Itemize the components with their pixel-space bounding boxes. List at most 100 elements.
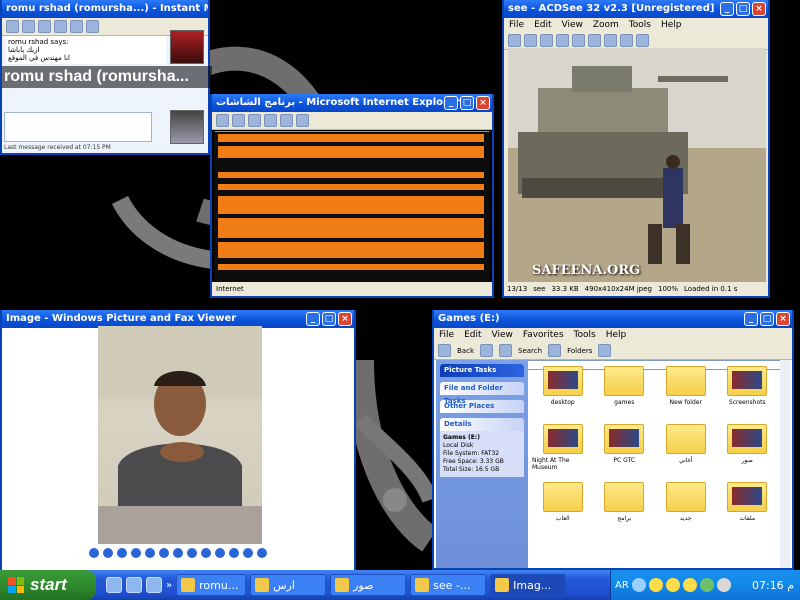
taskbar-button-folder[interactable]: صور	[330, 574, 407, 596]
games-icon[interactable]	[86, 20, 99, 33]
rotate-icon[interactable]	[588, 34, 601, 47]
details-header[interactable]: Details	[440, 418, 524, 431]
help-icon[interactable]	[257, 548, 267, 558]
views-icon[interactable]	[598, 344, 612, 357]
menu-favorites[interactable]: Favorites	[523, 328, 564, 342]
back-icon[interactable]	[438, 344, 451, 357]
menu-help[interactable]: Help	[606, 328, 627, 342]
media-player-icon[interactable]	[146, 577, 162, 593]
print-icon[interactable]	[229, 548, 239, 558]
previous-image-icon[interactable]	[89, 548, 99, 558]
maximize-button[interactable]: □	[322, 312, 336, 326]
search-icon[interactable]	[296, 114, 309, 127]
rotate-clockwise-icon[interactable]	[187, 548, 197, 558]
taskbar-button-image[interactable]: Imag...	[490, 574, 567, 596]
folders-button[interactable]: Folders	[567, 347, 592, 355]
maximize-button[interactable]: □	[460, 96, 474, 110]
next-image-icon[interactable]	[103, 548, 113, 558]
explorer-scrollbar[interactable]	[780, 360, 790, 568]
explorer-titlebar[interactable]: Games (E:) _ □ ×	[434, 310, 792, 328]
search-icon[interactable]	[499, 344, 512, 357]
zoom-out-icon[interactable]	[572, 34, 585, 47]
rotate-counterclockwise-icon[interactable]	[201, 548, 211, 558]
next-icon[interactable]	[540, 34, 553, 47]
actual-size-icon[interactable]	[131, 548, 141, 558]
menu-file[interactable]: File	[439, 328, 454, 342]
previous-icon[interactable]	[524, 34, 537, 47]
folders-icon[interactable]	[548, 344, 562, 357]
list-item[interactable]: أغاني	[655, 418, 717, 476]
back-icon[interactable]	[216, 114, 229, 127]
invite-icon[interactable]	[6, 20, 19, 33]
refresh-icon[interactable]	[264, 114, 277, 127]
smiley-icon[interactable]	[682, 578, 697, 592]
list-item[interactable]: العاب	[532, 476, 594, 534]
minimize-button[interactable]: _	[744, 312, 758, 326]
save-icon[interactable]	[243, 548, 253, 558]
print-icon[interactable]	[604, 34, 617, 47]
taskbar-button-messenger[interactable]: romu...	[176, 574, 247, 596]
delete-icon[interactable]	[620, 34, 633, 47]
menu-edit[interactable]: Edit	[534, 18, 551, 32]
messenger-tray-icon[interactable]	[699, 578, 714, 592]
messenger-window[interactable]: romu rshad (romursha...) - Instant Messa…	[0, 0, 212, 155]
minimize-button[interactable]: _	[306, 312, 320, 326]
zoom-out-icon[interactable]	[173, 548, 183, 558]
close-button[interactable]: ×	[476, 96, 490, 110]
menu-zoom[interactable]: Zoom	[593, 18, 619, 32]
taskbar-button-ie[interactable]: ارس	[250, 574, 327, 596]
close-button[interactable]: ×	[776, 312, 790, 326]
maximize-button[interactable]: □	[760, 312, 774, 326]
picture-tasks-header[interactable]: Picture Tasks	[440, 364, 524, 377]
list-item[interactable]: جديد	[655, 476, 717, 534]
home-icon[interactable]	[280, 114, 293, 127]
menu-edit[interactable]: Edit	[464, 328, 481, 342]
send-files-icon[interactable]	[22, 20, 35, 33]
fullscreen-icon[interactable]	[636, 34, 649, 47]
list-item[interactable]: desktop	[532, 360, 594, 418]
list-item[interactable]: New folder	[655, 360, 717, 418]
smiley-icon[interactable]	[648, 578, 663, 592]
smiley-icon[interactable]	[665, 578, 680, 592]
list-item[interactable]: Screenshots	[717, 360, 779, 418]
list-item[interactable]: ملفات	[717, 476, 779, 534]
activities-icon[interactable]	[70, 20, 83, 33]
picture-tasks-panel[interactable]: Picture Tasks	[440, 364, 524, 377]
menu-view[interactable]: View	[562, 18, 583, 32]
quick-launch-more[interactable]: »	[166, 580, 172, 591]
close-button[interactable]: ×	[338, 312, 352, 326]
minimize-button[interactable]: _	[720, 2, 734, 16]
stop-icon[interactable]	[248, 114, 261, 127]
network-icon[interactable]	[631, 578, 646, 592]
menu-view[interactable]: View	[492, 328, 513, 342]
acdsee-window[interactable]: see - ACDSee 32 v2.3 [Unregistered] _ □ …	[502, 0, 770, 298]
start-button[interactable]: start	[0, 570, 96, 600]
list-item[interactable]: games	[594, 360, 656, 418]
file-folder-tasks-panel[interactable]: File and Folder Tasks	[440, 382, 524, 405]
file-folder-tasks-header[interactable]: File and Folder Tasks	[440, 382, 524, 405]
list-item[interactable]: Night At The Museum	[532, 418, 594, 476]
close-button[interactable]: ×	[752, 2, 766, 16]
details-panel[interactable]: Details Games (E:) Local Disk File Syste…	[440, 418, 524, 477]
forward-icon[interactable]	[232, 114, 245, 127]
other-places-header[interactable]: Other Places	[440, 400, 524, 413]
acdsee-titlebar[interactable]: see - ACDSee 32 v2.3 [Unregistered] _ □ …	[504, 0, 768, 18]
other-places-panel[interactable]: Other Places	[440, 400, 524, 413]
message-input[interactable]	[4, 112, 152, 142]
menu-tools[interactable]: Tools	[629, 18, 651, 32]
internet-explorer-icon[interactable]	[106, 577, 122, 593]
slideshow-icon[interactable]	[145, 548, 155, 558]
list-item[interactable]: برامج	[594, 476, 656, 534]
menu-file[interactable]: File	[509, 18, 524, 32]
ie-window[interactable]: برنامج الشاشات - Microsoft Internet Expl…	[210, 94, 494, 298]
forward-icon[interactable]	[480, 344, 493, 357]
search-button[interactable]: Search	[518, 347, 542, 355]
zoom-in-icon[interactable]	[159, 548, 169, 558]
webcam-icon[interactable]	[38, 20, 51, 33]
maximize-button[interactable]: □	[736, 2, 750, 16]
ie-page-content[interactable]	[214, 132, 490, 282]
language-indicator[interactable]: AR	[615, 580, 629, 591]
best-fit-icon[interactable]	[117, 548, 127, 558]
messenger-titlebar[interactable]: romu rshad (romursha...) - Instant Messa…	[2, 0, 208, 18]
list-item[interactable]: صور	[717, 418, 779, 476]
